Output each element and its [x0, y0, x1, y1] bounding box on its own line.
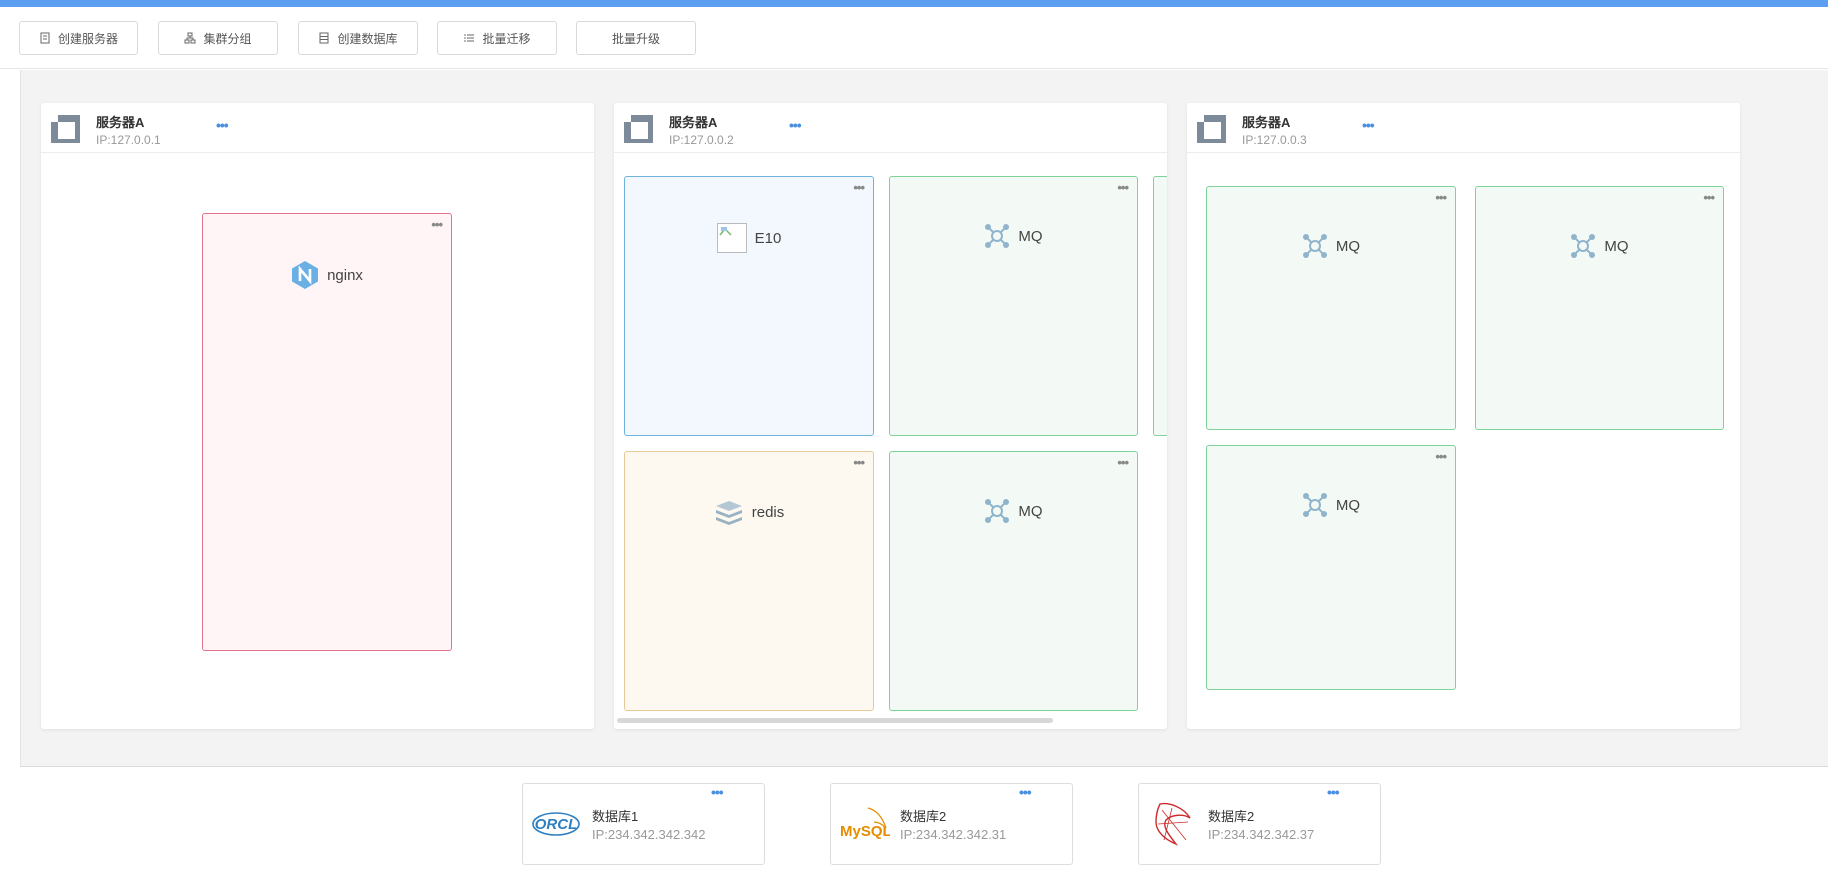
server-more-button[interactable]: ••• [216, 117, 229, 133]
mq-icon [1302, 493, 1327, 517]
server-name: 服务器A [1242, 115, 1291, 130]
app-more-button[interactable]: ••• [1435, 449, 1447, 464]
cluster-group-button[interactable]: 集群分组 [158, 21, 278, 55]
create-server-label: 创建服务器 [57, 31, 118, 46]
server-ip: IP:127.0.0.3 [1242, 133, 1307, 147]
server-header: 服务器A IP:127.0.0.3 ••• [1187, 103, 1740, 153]
cluster-icon [184, 32, 196, 44]
app-card-mq[interactable]: ••• MQ [1206, 445, 1456, 690]
app-title: nginx [203, 260, 451, 290]
mysql-logo-text: MySQL [840, 823, 890, 840]
database-name: 数据库2 [1208, 809, 1255, 824]
server-header: 服务器A IP:127.0.0.2 ••• [614, 103, 1167, 153]
app-label: MQ [1018, 227, 1043, 245]
batch-upgrade-label: 批量升级 [611, 31, 660, 46]
app-card-mq[interactable]: ••• MQ [1206, 186, 1456, 430]
app-title: MQ [890, 223, 1137, 249]
database-ip: IP:234.342.342.31 [900, 827, 1007, 842]
mysql-logo: MySQL [837, 800, 891, 848]
app-card-mq[interactable]: ••• MQ [889, 176, 1138, 436]
app-title: redis [625, 498, 873, 526]
redis-icon [715, 501, 742, 525]
app-title: MQ [1207, 492, 1455, 518]
app-title: MQ [1207, 233, 1455, 259]
mq-icon [985, 499, 1010, 523]
server-icon [40, 32, 50, 44]
database-more-button[interactable]: ••• [1019, 784, 1032, 800]
app-card-redis[interactable]: ••• redis [624, 451, 874, 711]
app-label: MQ [1018, 502, 1043, 520]
app-more-button[interactable]: ••• [853, 455, 865, 470]
app-title: MQ [890, 498, 1137, 524]
sqlserver-logo [1145, 800, 1199, 848]
create-database-button[interactable]: 创建数据库 [298, 21, 418, 55]
server-name: 服务器A [96, 115, 145, 130]
server-host-icon [51, 115, 80, 143]
server-ip: IP:127.0.0.2 [669, 133, 734, 147]
batch-upgrade-button[interactable]: 批量升级 [576, 21, 696, 55]
server-card[interactable]: 服务器A IP:127.0.0.2 ••• ••• E10 ••• MQ •••… [614, 103, 1167, 729]
server-header: 服务器A IP:127.0.0.1 ••• [41, 103, 594, 153]
app-label: E10 [754, 229, 782, 247]
list-icon [464, 34, 475, 42]
app-label: MQ [1604, 237, 1629, 255]
app-label: MQ [1335, 237, 1361, 255]
database-name: 数据库1 [592, 809, 639, 824]
app-label: MQ [1335, 496, 1361, 514]
app-more-button[interactable]: ••• [1703, 190, 1715, 205]
mq-icon [1571, 234, 1596, 258]
server-ip: IP:127.0.0.1 [96, 133, 161, 147]
server-workspace: 服务器A IP:127.0.0.1 ••• ••• nginx 服务器A IP:… [20, 70, 1828, 767]
server-host-icon [624, 115, 653, 143]
top-accent-bar [0, 0, 1828, 7]
database-card[interactable]: ORCL 数据库1 IP:234.342.342.342 ••• [522, 783, 765, 865]
oracle-logo-text: ORCL [535, 816, 578, 833]
horizontal-scrollbar[interactable] [617, 718, 1053, 723]
database-name: 数据库2 [900, 809, 947, 824]
app-card-e10[interactable]: ••• E10 [624, 176, 874, 436]
database-card[interactable]: 数据库2 IP:234.342.342.37 ••• [1138, 783, 1381, 865]
nginx-icon [292, 261, 319, 289]
server-name: 服务器A [669, 115, 718, 130]
toolbar: 创建服务器 集群分组 创建数据库 批量迁移 批量升级 [0, 7, 1828, 69]
app-title: E10 [625, 223, 873, 253]
database-icon [319, 32, 329, 44]
database-ip: IP:234.342.342.342 [592, 827, 706, 842]
mq-icon [985, 224, 1010, 248]
app-more-button[interactable]: ••• [431, 217, 443, 232]
app-card-nginx[interactable]: ••• nginx [202, 213, 452, 651]
create-database-label: 创建数据库 [337, 31, 398, 46]
database-more-button[interactable]: ••• [711, 784, 724, 800]
app-card-partial[interactable] [1153, 176, 1167, 436]
app-more-button[interactable]: ••• [1435, 190, 1447, 205]
server-host-icon [1197, 115, 1226, 143]
cluster-group-label: 集群分组 [203, 31, 252, 46]
create-server-button[interactable]: 创建服务器 [19, 21, 138, 55]
database-ip: IP:234.342.342.37 [1208, 827, 1315, 842]
app-label: nginx [327, 266, 363, 284]
server-card[interactable]: 服务器A IP:127.0.0.3 ••• ••• MQ ••• MQ ••• … [1187, 103, 1740, 729]
database-more-button[interactable]: ••• [1327, 784, 1340, 800]
server-more-button[interactable]: ••• [789, 117, 802, 133]
app-card-mq[interactable]: ••• MQ [889, 451, 1138, 711]
app-title: MQ [1476, 233, 1723, 259]
app-more-button[interactable]: ••• [1117, 455, 1129, 470]
broken-image-icon [716, 223, 747, 253]
mq-icon [1302, 234, 1327, 258]
database-card[interactable]: MySQL 数据库2 IP:234.342.342.31 ••• [830, 783, 1073, 865]
server-more-button[interactable]: ••• [1362, 117, 1375, 133]
batch-migrate-label: 批量迁移 [482, 31, 531, 46]
batch-migrate-button[interactable]: 批量迁移 [437, 21, 557, 55]
app-more-button[interactable]: ••• [853, 180, 865, 195]
app-label: redis [751, 503, 785, 521]
oracle-logo: ORCL [529, 800, 583, 848]
app-card-mq[interactable]: ••• MQ [1475, 186, 1724, 430]
app-more-button[interactable]: ••• [1117, 180, 1129, 195]
server-card[interactable]: 服务器A IP:127.0.0.1 ••• ••• nginx [41, 103, 594, 729]
